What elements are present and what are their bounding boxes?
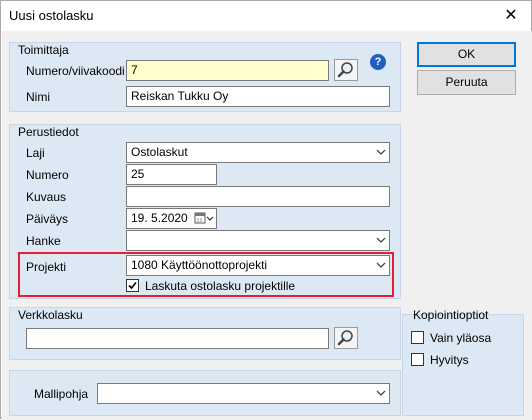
- help-icon[interactable]: ?: [370, 54, 386, 70]
- numero-label: Numero: [26, 168, 69, 182]
- laji-label: Laji: [26, 146, 45, 160]
- search-icon: [337, 62, 353, 78]
- hyvitys-label[interactable]: Hyvitys: [430, 353, 469, 367]
- vain-ylaosa-label[interactable]: Vain yläosa: [430, 331, 491, 345]
- toimittaja-group: Toimittaja Numero/viivakoodi 7 ? Nimi Re…: [9, 42, 401, 112]
- mallipohja-select[interactable]: [97, 383, 390, 404]
- verkkolasku-input[interactable]: [26, 328, 329, 349]
- perustiedot-group-label: Perustiedot: [18, 125, 79, 139]
- kopiointioptiot-group: Kopiointioptiot Vain yläosa Hyvitys: [402, 308, 524, 416]
- window-title: Uusi ostolasku: [9, 8, 94, 23]
- title-bar[interactable]: Uusi ostolasku ✕: [1, 1, 531, 31]
- kuvaus-input[interactable]: [126, 186, 390, 207]
- verkkolasku-group: Verkkolasku: [9, 307, 401, 360]
- perustiedot-group: Perustiedot Laji Ostolaskut Numero 25 Ku…: [9, 124, 401, 299]
- peruuta-button[interactable]: Peruuta: [417, 70, 516, 95]
- paivays-label: Päiväys: [26, 212, 69, 226]
- chevron-down-icon: [376, 390, 386, 396]
- nimi-input[interactable]: Reiskan Tukku Oy: [126, 86, 390, 107]
- mallipohja-group: Mallipohja: [9, 370, 401, 416]
- close-button[interactable]: ✕: [491, 1, 531, 31]
- vain-ylaosa-checkbox[interactable]: [411, 331, 424, 344]
- highlight-frame: [18, 252, 394, 297]
- verkkolasku-search-button[interactable]: [334, 327, 358, 349]
- numero-input[interactable]: 25: [126, 164, 217, 185]
- hyvitys-checkbox[interactable]: [411, 353, 424, 366]
- hanke-label: Hanke: [26, 234, 61, 248]
- kopiointioptiot-group-label: Kopiointioptiot: [413, 308, 489, 322]
- numero-viivakoodi-input[interactable]: 7: [126, 60, 329, 81]
- laji-select[interactable]: Ostolaskut: [126, 142, 390, 163]
- mallipohja-label: Mallipohja: [34, 387, 89, 401]
- toimittaja-search-button[interactable]: [334, 59, 358, 81]
- nimi-label: Nimi: [26, 90, 50, 104]
- chevron-down-icon: [376, 149, 386, 155]
- verkkolasku-group-label: Verkkolasku: [18, 308, 83, 322]
- dialog-window: Uusi ostolasku ✕ Toimittaja Numero/viiva…: [0, 0, 532, 420]
- ok-button[interactable]: OK: [417, 42, 516, 67]
- toimittaja-group-label: Toimittaja: [18, 43, 69, 57]
- search-icon: [337, 330, 353, 346]
- numero-viivakoodi-label: Numero/viivakoodi: [26, 64, 125, 78]
- laji-value: Ostolaskut: [131, 145, 188, 159]
- paivays-value: 19. 5.2020: [131, 211, 188, 225]
- calendar-icon[interactable]: [194, 212, 214, 225]
- paivays-input[interactable]: 19. 5.2020: [126, 208, 217, 229]
- dialog-client: Toimittaja Numero/viivakoodi 7 ? Nimi Re…: [2, 31, 532, 420]
- kuvaus-label: Kuvaus: [26, 190, 67, 204]
- chevron-down-icon: [376, 237, 386, 243]
- hanke-select[interactable]: [126, 230, 390, 251]
